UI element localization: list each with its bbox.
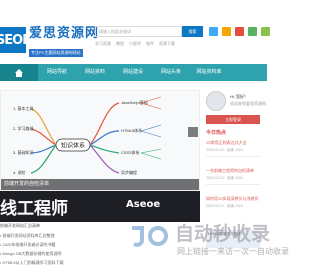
login-button[interactable]: 立即登录 — [206, 115, 260, 124]
nav-item-home[interactable] — [0, 64, 38, 81]
promo-brand: Aseoe — [126, 199, 161, 210]
divider — [206, 156, 260, 157]
search-input[interactable]: 请输入搜索关键词 — [95, 26, 182, 37]
list-item[interactable]: • 前端开发网站资料库汇总整理 — [0, 233, 55, 239]
watermark-logo-icon — [132, 226, 168, 247]
home-icon — [15, 69, 23, 77]
carousel-next-button[interactable] — [188, 127, 198, 137]
mind-map-node: 4. 进阶 — [13, 169, 25, 175]
mind-map-graphic: 知识体系 JavaScript基础 HTML5体系 CSS3体系 异步编程 1.… — [13, 96, 162, 175]
hot-item-meta: 2020-03-21 · 阅读 1024 — [206, 176, 243, 180]
avatar[interactable] — [206, 91, 226, 111]
hot-item[interactable]: JS常用正则表达式大全 — [206, 140, 247, 146]
site-logo[interactable]: SEOE — [0, 27, 31, 53]
nav-item[interactable]: 网站导航 — [38, 64, 76, 81]
nav-item[interactable]: 网站建设 — [114, 64, 152, 81]
watermark-subtext: 网上链接一来访一次一自动收录 — [177, 247, 289, 256]
qq-icon[interactable] — [222, 27, 231, 36]
logo-mark: SEOE — [0, 32, 31, 48]
hot-item-meta: 2020-03-21 · 阅读 1024 — [206, 148, 243, 152]
hot-link[interactable]: 教程 — [116, 41, 124, 47]
mind-map-node: HTML5体系 — [121, 127, 142, 133]
hot-link[interactable]: 学习资源 — [95, 41, 111, 47]
share-icon[interactable] — [261, 27, 270, 36]
logo-tagline: 专注PC主题网站资源的网站 — [29, 49, 83, 57]
list-item[interactable]: • 2020年前端开发者必读的书籍 — [0, 242, 55, 248]
list-item[interactable]: • HTML5从入门到精通学习资料下载 — [0, 260, 64, 266]
hot-item[interactable]: 一名前端工程师的自检清单 — [206, 168, 254, 174]
user-subtext: 欢迎来到爱思资源网 — [230, 101, 266, 106]
hot-links: 学习资源 教程 小程序 软件 资源下载 — [95, 41, 175, 47]
search-button[interactable]: 搜索 — [182, 26, 203, 37]
mind-map-center: 知识体系 — [61, 142, 85, 150]
mind-map-node: 1. 基本工具 — [13, 105, 33, 111]
hot-link[interactable]: 资源下载 — [159, 41, 175, 47]
mind-map-node: CSS3体系 — [121, 149, 139, 155]
rss-icon[interactable] — [235, 27, 244, 36]
featured-banner[interactable]: 知识体系 JavaScript基础 HTML5体系 CSS3体系 异步编程 1.… — [0, 90, 200, 191]
banner-caption[interactable]: 前端开发的自检清单 — [1, 179, 199, 190]
today-hot-title: 今日热点 — [206, 130, 227, 136]
mind-map-node: 2. 学习路线 — [13, 125, 33, 131]
user-greeting: Hi, 您好！ — [230, 94, 248, 99]
logo-text[interactable]: 爱思资源网 专注PC主题网站资源的网站 — [29, 27, 99, 59]
mind-map-node: 3. 基础知识 — [13, 149, 33, 155]
wechat-icon[interactable] — [248, 27, 257, 36]
list-item[interactable]: • Mongo DB大数据存储的使用说明 — [0, 251, 61, 257]
divider — [206, 184, 260, 185]
social-icons — [209, 27, 270, 36]
nav-item[interactable]: 网站头条 — [152, 64, 190, 81]
main-nav: 网站导航 网站资料 网站建设 网站头条 网站资料库 — [0, 64, 267, 81]
logo-title: 爱思资源网 — [29, 26, 100, 41]
hot-item[interactable]: 如何用JS实现深拷贝与浅拷贝 — [206, 196, 259, 202]
hot-link[interactable]: 小程序 — [129, 41, 141, 47]
weibo-icon[interactable] — [209, 27, 218, 36]
watermark-text: 自动秒收录 — [175, 223, 271, 245]
nav-item[interactable]: 网站资料 — [76, 64, 114, 81]
watermark: 自动秒收录 网上链接一来访一次一自动收录 — [128, 214, 289, 275]
hot-item-meta: 2020-03-21 · 阅读 1024 — [206, 204, 243, 208]
mind-map-node: 异步编程 — [121, 169, 137, 175]
news-heading[interactable]: 前端开发网站汇总清单 — [0, 223, 40, 229]
nav-item[interactable]: 网站资料库 — [190, 64, 228, 81]
promo-text: 线工程师 — [0, 199, 68, 219]
hot-link[interactable]: 软件 — [146, 41, 154, 47]
